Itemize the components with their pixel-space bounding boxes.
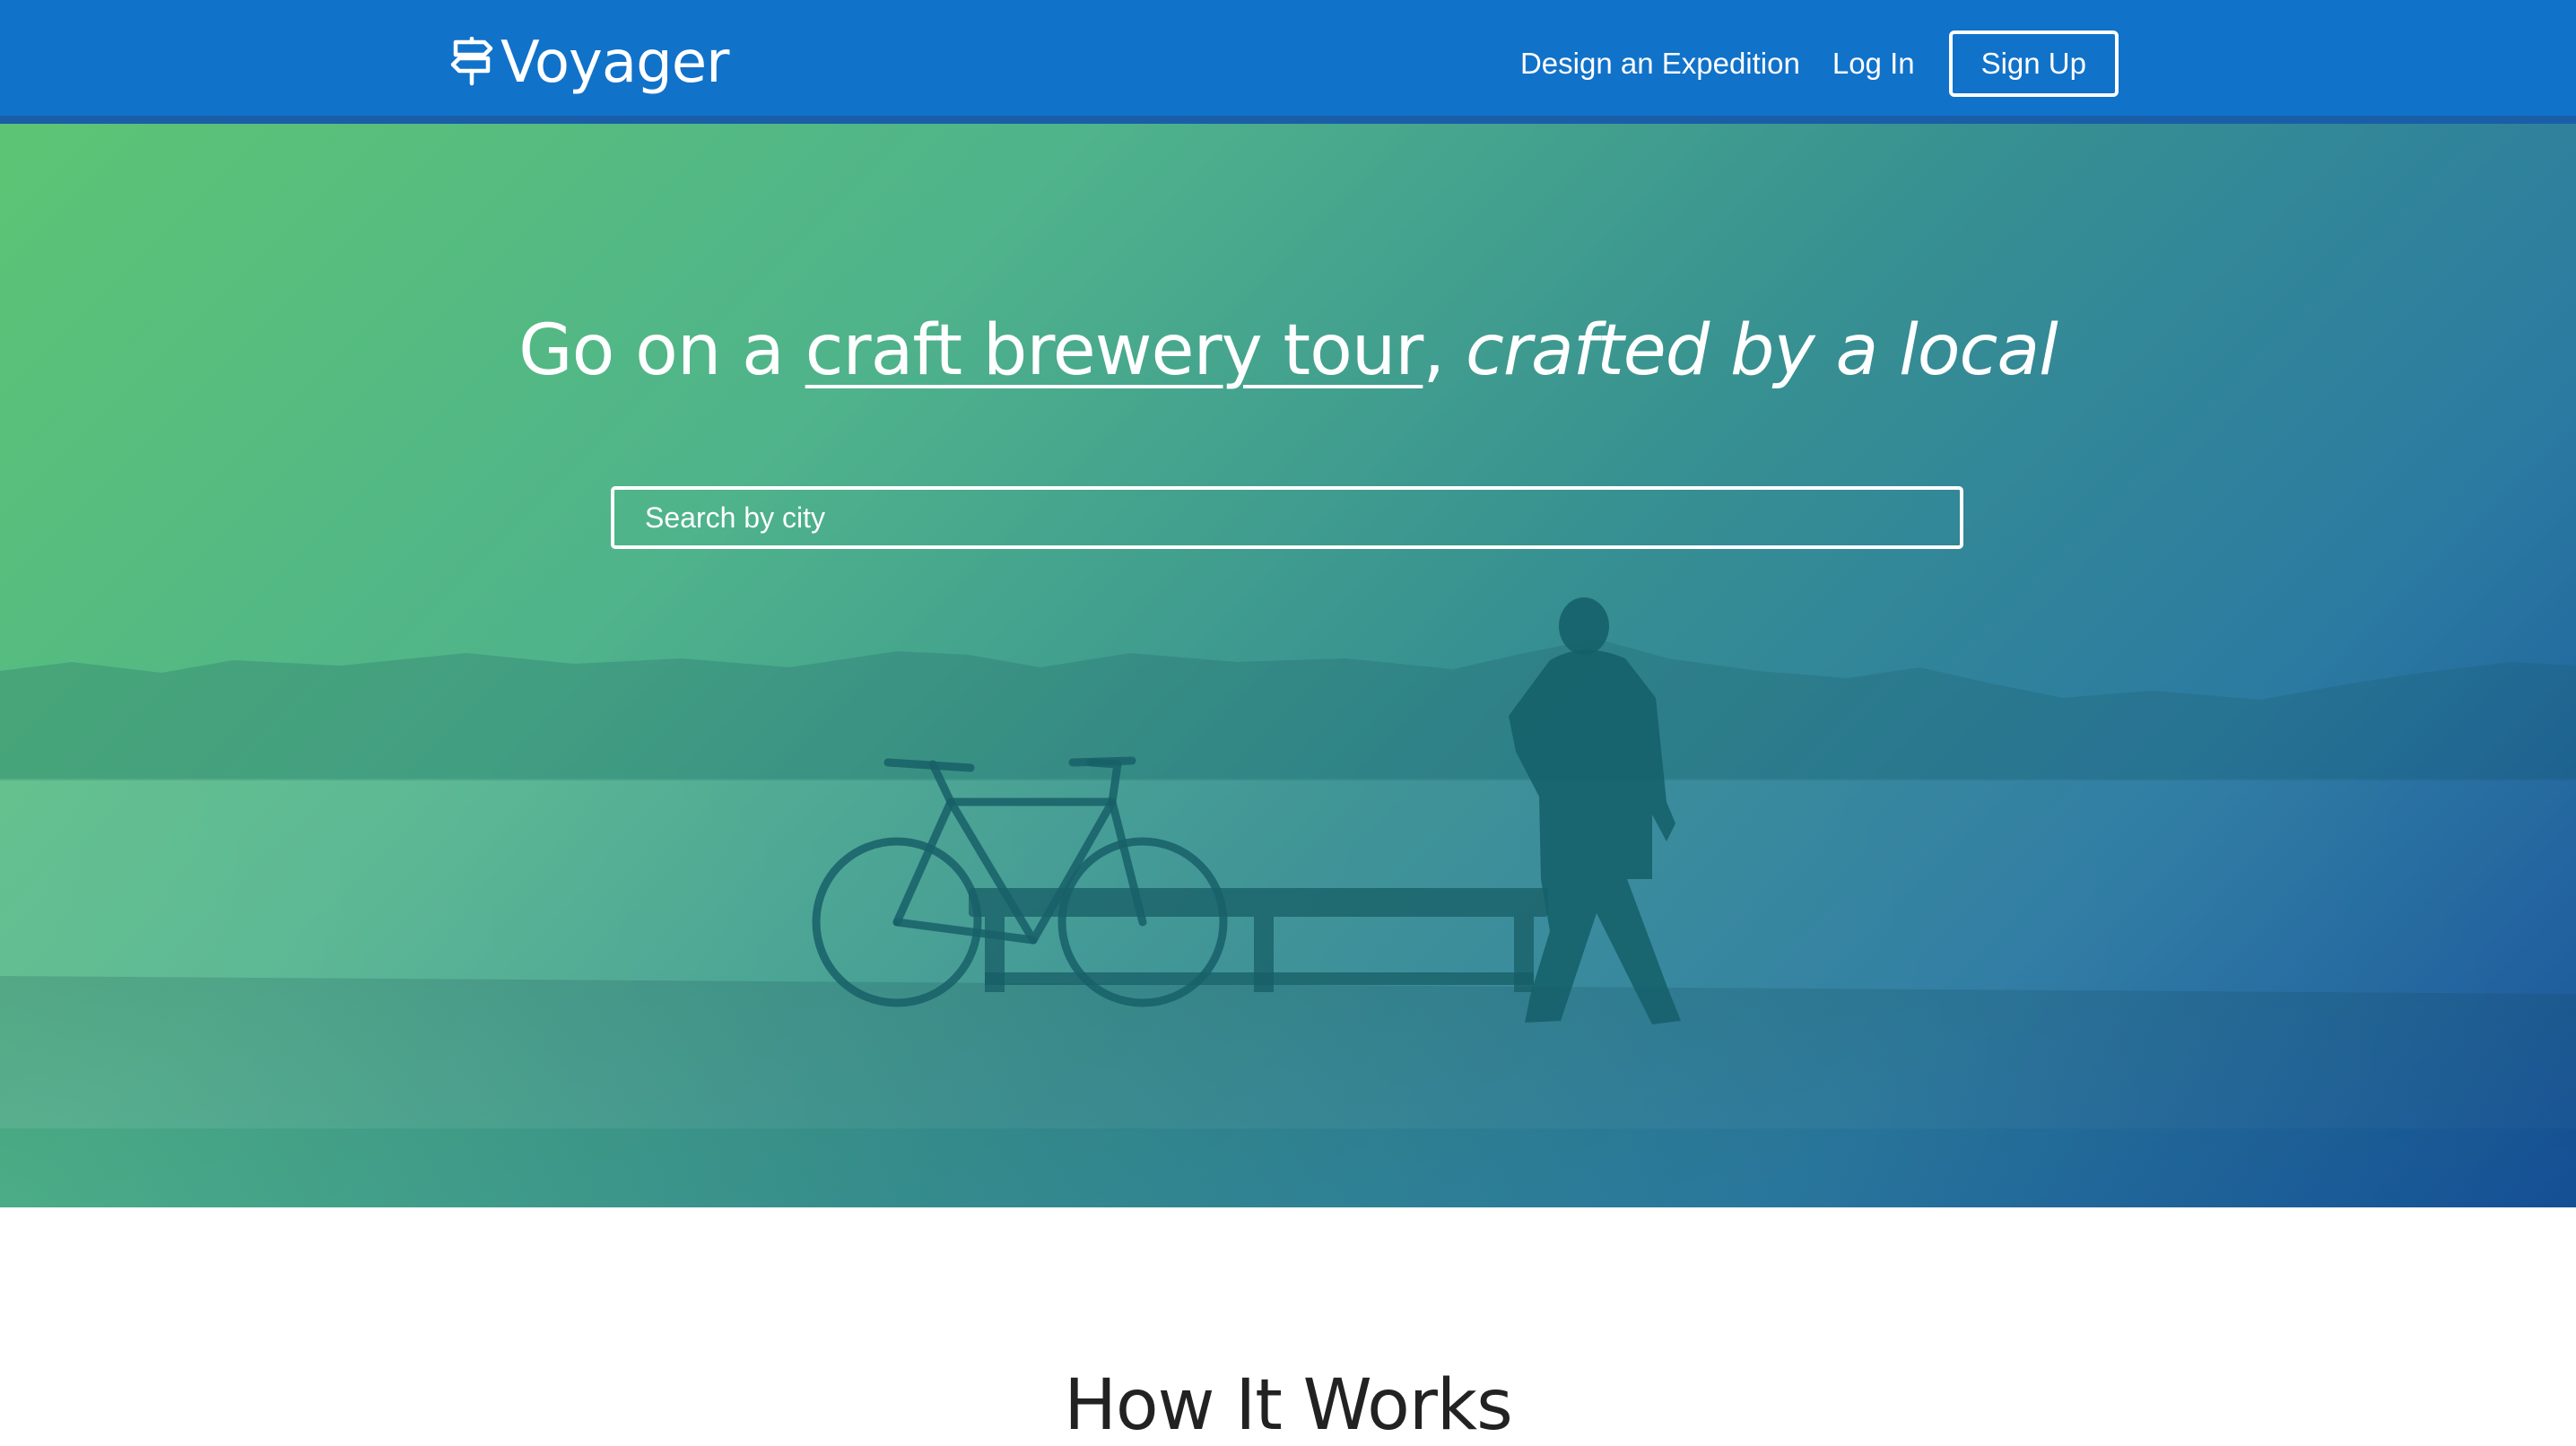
nav-links: Design an Expedition Log In Sign Up — [1488, 30, 2119, 97]
headline-prefix: Go on a — [518, 310, 805, 391]
tour-type-link[interactable]: craft brewery tour — [805, 310, 1424, 391]
design-expedition-link[interactable]: Design an Expedition — [1520, 47, 1800, 81]
hills-silhouette — [0, 639, 2576, 780]
signpost-icon — [450, 37, 493, 86]
hero-background-image — [0, 597, 2576, 1207]
headline-comma: , — [1423, 310, 1466, 391]
city-search-box — [611, 486, 1963, 549]
brand-logo-link[interactable]: Voyager — [448, 27, 729, 99]
brand-name: Voyager — [500, 30, 729, 96]
how-it-works-title: How It Works — [1064, 1365, 1513, 1446]
city-search-input[interactable] — [643, 490, 1960, 545]
headline-emphasis: crafted by a local — [1465, 310, 2058, 391]
hero-section: Go on a craft brewery tour, crafted by a… — [0, 124, 2576, 1207]
signup-button[interactable]: Sign Up — [1948, 30, 2119, 97]
pier-shore — [0, 976, 2576, 1207]
login-link[interactable]: Log In — [1832, 47, 1915, 81]
hero-headline: Go on a craft brewery tour, crafted by a… — [0, 310, 2576, 391]
top-navbar: Voyager Design an Expedition Log In Sign… — [0, 0, 2576, 124]
